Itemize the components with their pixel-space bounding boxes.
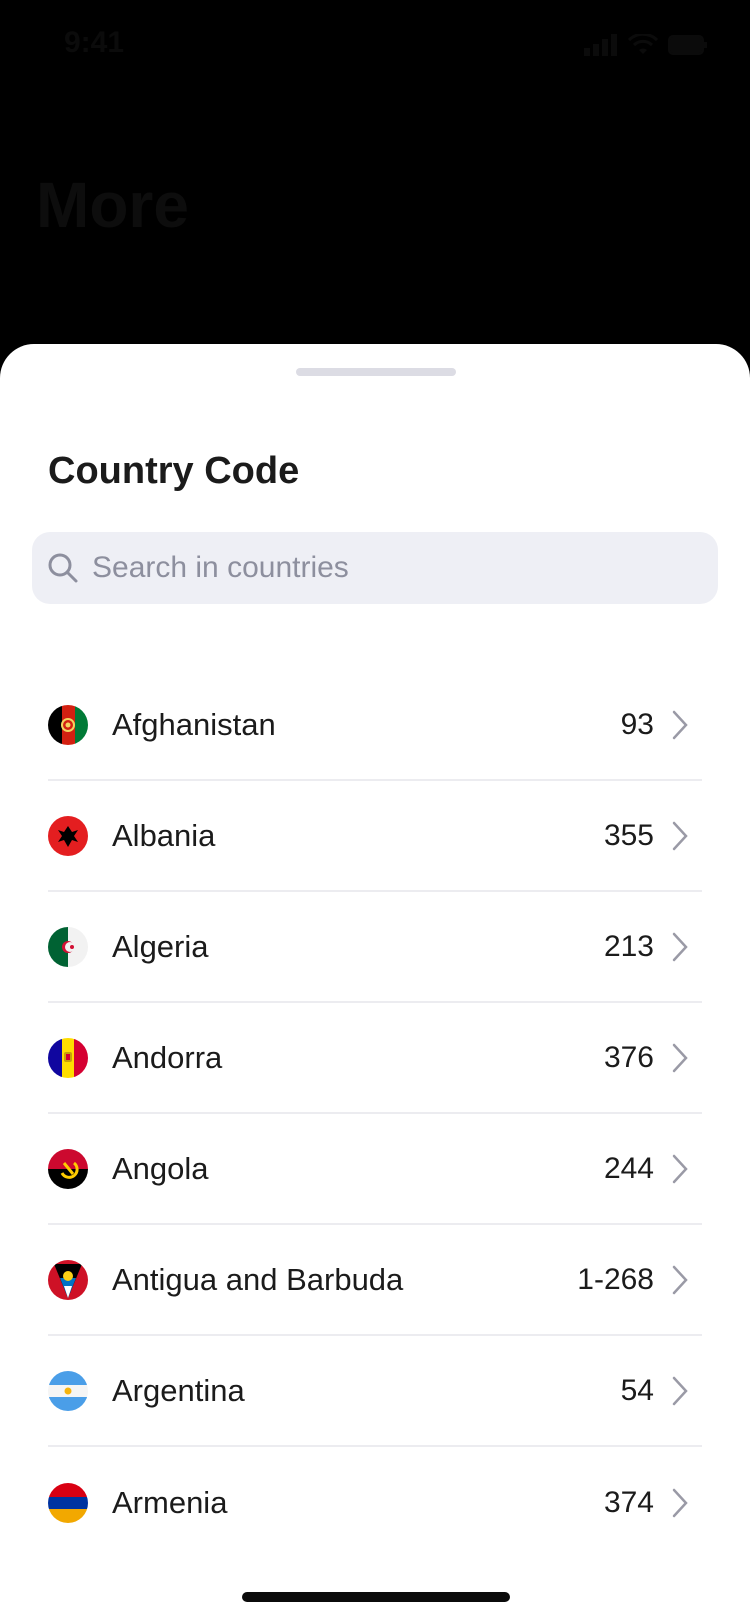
country-row-antigua-and-barbuda[interactable]: Antigua and Barbuda 1-268 (48, 1225, 702, 1336)
chevron-right-icon (672, 1376, 688, 1405)
background-page-title: More (36, 169, 189, 241)
country-name: Angola (112, 1150, 209, 1186)
argentina-flag-icon (48, 1370, 88, 1411)
country-code-sheet: Country Code Afghanistan 93 (0, 344, 750, 1624)
country-row-armenia[interactable]: Armenia 374 (48, 1447, 702, 1558)
search-input[interactable] (90, 550, 694, 586)
country-name: Armenia (112, 1484, 228, 1520)
country-code: 376 (603, 1040, 654, 1074)
chevron-right-icon (672, 1043, 688, 1072)
country-name: Antigua and Barbuda (112, 1261, 404, 1297)
status-bar: 9:41 (0, 0, 750, 92)
country-code: 244 (603, 1151, 654, 1185)
chevron-right-icon (672, 710, 688, 739)
country-name: Albania (112, 817, 216, 853)
country-name: Afghanistan (112, 706, 276, 742)
antigua-and-barbuda-flag-icon (48, 1259, 88, 1300)
country-row-afghanistan[interactable]: Afghanistan 93 (48, 670, 702, 781)
country-code: 93 (620, 707, 654, 741)
country-code: 54 (620, 1373, 654, 1407)
sheet-title: Country Code (48, 450, 300, 492)
albania-flag-icon (48, 815, 88, 856)
country-code: 213 (603, 929, 654, 963)
battery-icon (668, 35, 707, 55)
algeria-flag-icon (48, 926, 88, 967)
search-bar[interactable] (32, 532, 718, 604)
country-row-andorra[interactable]: Andorra 376 (48, 1003, 702, 1114)
status-icons (584, 34, 708, 56)
country-name: Algeria (112, 928, 209, 964)
wifi-icon (628, 34, 658, 54)
home-indicator (242, 1592, 510, 1602)
chevron-right-icon (672, 1154, 688, 1183)
search-icon (46, 551, 80, 585)
chevron-right-icon (672, 821, 688, 850)
country-name: Argentina (112, 1372, 245, 1408)
afghanistan-flag-icon (48, 704, 88, 745)
chevron-right-icon (672, 1488, 688, 1517)
country-row-argentina[interactable]: Argentina 54 (48, 1336, 702, 1447)
status-time: 9:41 (64, 26, 125, 59)
country-code: 355 (603, 818, 654, 852)
andorra-flag-icon (48, 1037, 88, 1078)
country-row-angola[interactable]: Angola 244 (48, 1114, 702, 1225)
country-code: 1-268 (577, 1262, 654, 1296)
cellular-signal-icon (584, 34, 617, 56)
chevron-right-icon (672, 932, 688, 961)
angola-flag-icon (48, 1148, 88, 1189)
chevron-right-icon (672, 1265, 688, 1294)
country-name: Andorra (112, 1039, 223, 1075)
country-list: Afghanistan 93 Albania 355 Algeria 213 A… (48, 670, 702, 1558)
sheet-grabber[interactable] (296, 368, 456, 376)
armenia-flag-icon (48, 1482, 88, 1523)
country-code: 374 (603, 1485, 654, 1519)
country-row-algeria[interactable]: Algeria 213 (48, 892, 702, 1003)
country-row-albania[interactable]: Albania 355 (48, 781, 702, 892)
